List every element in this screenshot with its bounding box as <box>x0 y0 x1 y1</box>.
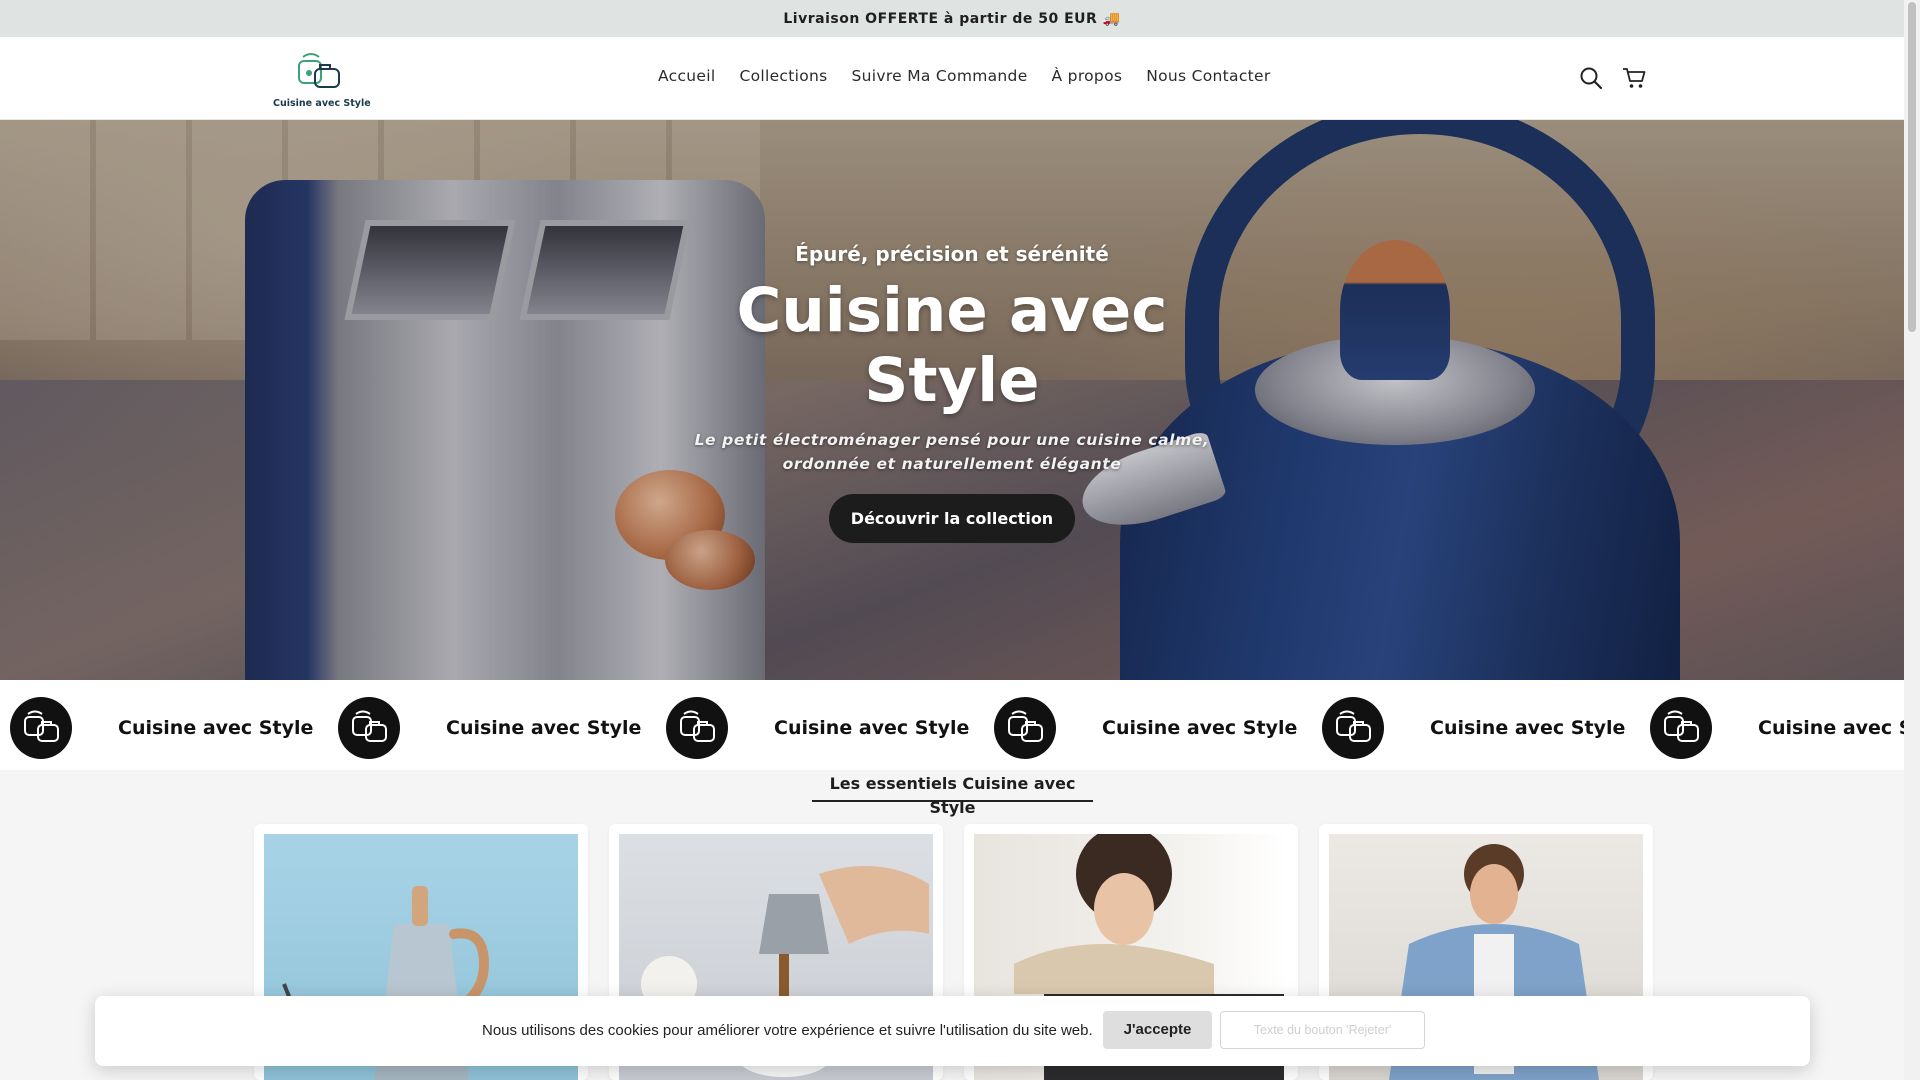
cookie-reject-button[interactable]: Texte du bouton 'Rejeter' <box>1220 1011 1425 1049</box>
nav-item-contact[interactable]: Nous Contacter <box>1146 67 1270 85</box>
cookie-message: Nous utilisons des cookies pour améliore… <box>482 1022 1093 1039</box>
hero-title: Cuisine avec Style <box>736 275 1168 416</box>
appliances-circle-icon <box>1322 697 1384 759</box>
hero-subtitle: Épuré, précision et sérénité <box>795 242 1109 266</box>
marquee-text: Cuisine avec Style <box>1430 717 1626 739</box>
appliances-circle-icon <box>994 697 1056 759</box>
cookie-banner: Nous utilisons des cookies pour améliore… <box>95 996 1810 1066</box>
marquee-track: Cuisine avec Style Cuisine avec Style Cuis… <box>10 697 1904 759</box>
brand-marquee: Cuisine avec Style Cuisine avec Style Cuis… <box>0 680 1904 770</box>
marquee-item: Cuisine avec Style <box>666 697 994 759</box>
marquee-text: Cuisine avec Style <box>1758 717 1904 739</box>
marquee-text: Cuisine avec Style <box>446 717 642 739</box>
marquee-item: Cuisine avec Style <box>1650 697 1904 759</box>
cart-icon[interactable] <box>1621 65 1647 91</box>
discover-collection-button[interactable]: Découvrir la collection <box>828 494 1076 543</box>
appliances-circle-icon <box>1650 697 1712 759</box>
marquee-text: Cuisine avec Style <box>774 717 970 739</box>
nav-item-collections[interactable]: Collections <box>739 67 827 85</box>
marquee-item: Cuisine avec Style <box>1322 697 1650 759</box>
announcement-text: Livraison OFFERTE à partir de 50 EUR 🚚 <box>783 10 1121 27</box>
hero-content: Épuré, précision et sérénité Cuisine ave… <box>652 120 1252 543</box>
brand-name: Cuisine avec Style <box>273 98 371 109</box>
nav-item-a-propos[interactable]: À propos <box>1052 67 1123 85</box>
appliances-circle-icon <box>666 697 728 759</box>
marquee-text: Cuisine avec Style <box>1102 717 1298 739</box>
marquee-text: Cuisine avec Style <box>118 717 314 739</box>
cookie-accept-button[interactable]: J'accepte <box>1103 1011 1212 1049</box>
section-title: Les essentiels Cuisine avec Style <box>812 772 1093 817</box>
search-icon[interactable] <box>1578 65 1604 91</box>
nav-item-suivre-commande[interactable]: Suivre Ma Commande <box>852 67 1028 85</box>
kitchen-appliances-logo-icon <box>298 53 340 88</box>
announcement-bar: Livraison OFFERTE à partir de 50 EUR 🚚 <box>0 0 1904 37</box>
appliances-circle-icon <box>338 697 400 759</box>
appliances-circle-icon <box>10 697 72 759</box>
site-header: Cuisine avec Style Accueil Collections S… <box>0 37 1904 120</box>
marquee-item: Cuisine avec Style <box>338 697 666 759</box>
marquee-item: Cuisine avec Style <box>10 697 338 759</box>
hero-description: Le petit électroménager pensé pour une c… <box>694 431 1210 473</box>
marquee-item: Cuisine avec Style <box>994 697 1322 759</box>
brand-logo[interactable]: Cuisine avec Style <box>273 51 371 109</box>
scrollbar-thumb[interactable] <box>1908 2 1916 332</box>
page-scrollbar[interactable] <box>1904 0 1920 1080</box>
nav-item-accueil[interactable]: Accueil <box>658 67 715 85</box>
main-nav: Accueil Collections Suivre Ma Commande À… <box>658 67 1271 85</box>
